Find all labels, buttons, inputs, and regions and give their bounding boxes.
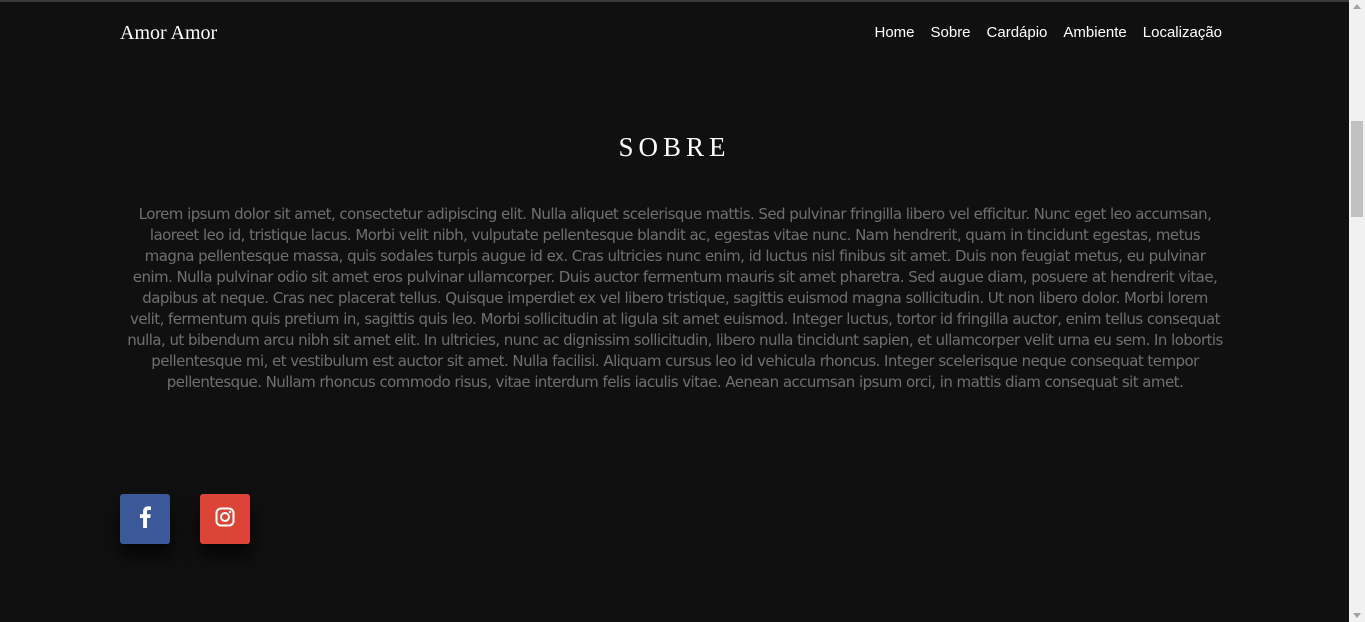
nav-link-home[interactable]: Home — [874, 24, 914, 41]
navbar: Amor Amor Home Sobre Cardápio Ambiente L… — [0, 2, 1349, 66]
page-scrollbar[interactable] — [1349, 0, 1365, 622]
facebook-button[interactable] — [120, 494, 170, 544]
facebook-icon — [139, 506, 151, 532]
nav-link-ambiente[interactable]: Ambiente — [1063, 24, 1126, 41]
about-paragraph: Lorem ipsum dolor sit amet, consectetur … — [127, 205, 1223, 391]
instagram-button[interactable] — [200, 494, 250, 544]
scroll-down-icon[interactable] — [1353, 613, 1361, 618]
scrollbar-thumb[interactable] — [1351, 121, 1363, 217]
nav-link-localizacao[interactable]: Localização — [1143, 24, 1222, 41]
scroll-up-icon[interactable] — [1353, 4, 1361, 9]
nav-link-cardapio[interactable]: Cardápio — [987, 24, 1048, 41]
nav-link-sobre[interactable]: Sobre — [931, 24, 971, 41]
instagram-icon — [215, 507, 235, 531]
social-links — [120, 494, 250, 544]
section-title: SOBRE — [618, 132, 731, 162]
brand-logo[interactable]: Amor Amor — [120, 22, 217, 45]
nav-menu: Home Sobre Cardápio Ambiente Localização — [874, 24, 1222, 41]
